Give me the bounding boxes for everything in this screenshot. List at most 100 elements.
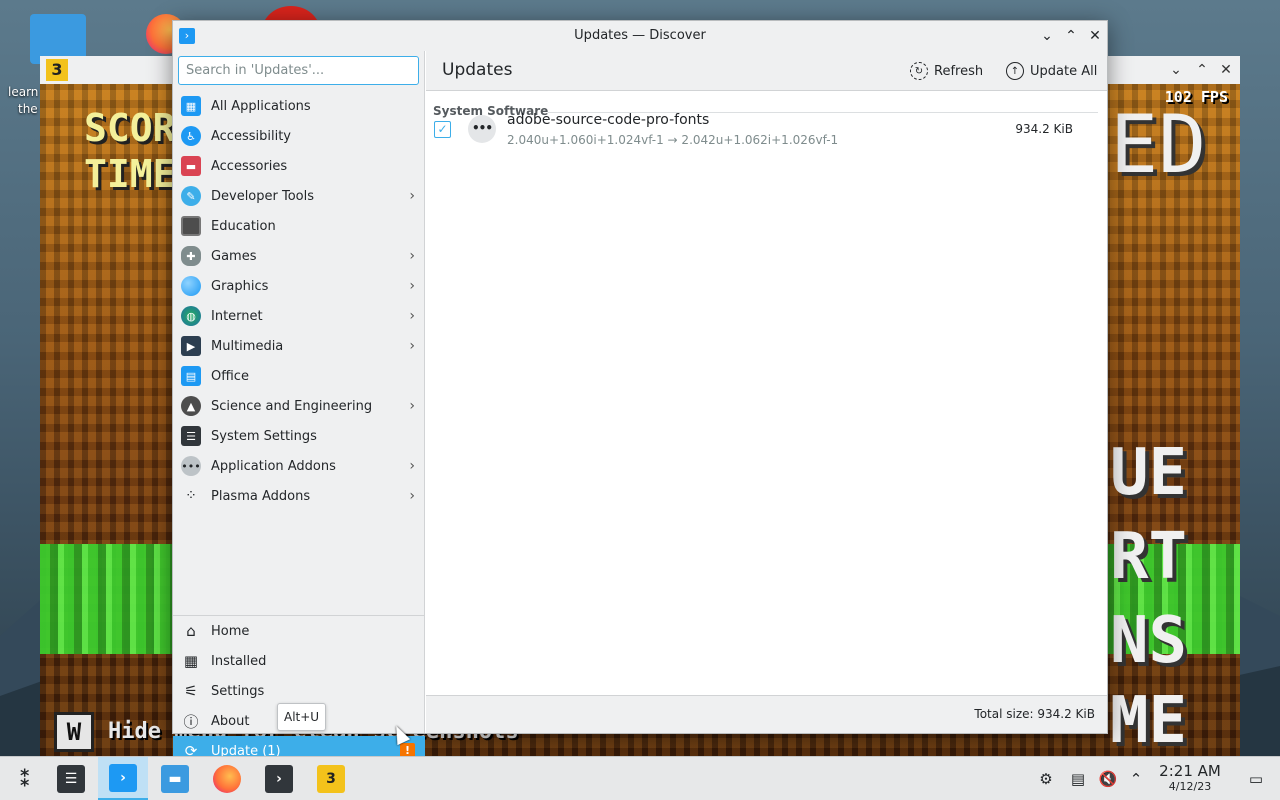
system-clock[interactable]: 2:21 AM 4/12/23: [1152, 762, 1228, 794]
plasma-icon: ⁘: [185, 488, 197, 504]
category-label: Games: [211, 248, 257, 264]
nav-home[interactable]: ⌂ Home: [173, 616, 425, 646]
installed-list-icon: ▦: [183, 652, 199, 670]
minimize-icon[interactable]: ⌄: [1166, 60, 1186, 80]
category-internet[interactable]: ◍ Internet ›: [173, 301, 425, 331]
show-desktop-icon[interactable]: ▭: [1246, 769, 1266, 789]
category-label: Accessibility: [211, 128, 291, 144]
application-launcher-button[interactable]: ⁑: [0, 757, 50, 800]
kde-connect-icon[interactable]: ⚙: [1036, 769, 1056, 789]
discover-icon: ›: [109, 763, 137, 792]
chevron-up-icon[interactable]: ⌃: [1126, 769, 1146, 789]
terminal-icon: ›: [265, 765, 293, 793]
game-logo-icon: 3: [46, 59, 68, 81]
page-title: Updates: [442, 60, 513, 80]
maximize-icon[interactable]: ⌃: [1192, 60, 1212, 80]
nav-settings-label: Settings: [211, 683, 265, 699]
taskbar-game[interactable]: 3: [306, 757, 356, 800]
package-version: 2.040u+1.060i+1.024vf-1 → 2.042u+1.062i+…: [507, 133, 839, 147]
close-icon[interactable]: ✕: [1085, 26, 1105, 46]
w-key-icon: W: [54, 712, 94, 752]
category-science-engineering[interactable]: ▲ Science and Engineering ›: [173, 391, 425, 421]
chevron-right-icon: ›: [409, 488, 415, 504]
taskbar-dolphin[interactable]: ▬: [150, 757, 200, 800]
category-application-addons[interactable]: ••• Application Addons ›: [173, 451, 425, 481]
refresh-icon: ↻: [910, 62, 928, 80]
category-label: All Applications: [211, 98, 311, 114]
game-menu-text-2: RT: [1110, 520, 1188, 594]
category-accessibility[interactable]: ♿ Accessibility: [173, 121, 425, 151]
game-time-label: TIME: [84, 152, 176, 196]
category-multimedia[interactable]: ▶ Multimedia ›: [173, 331, 425, 361]
category-plasma-addons[interactable]: ⁘ Plasma Addons ›: [173, 481, 425, 511]
update-all-label: Update All: [1030, 63, 1098, 79]
category-accessories[interactable]: ▬ Accessories: [173, 151, 425, 181]
maximize-icon[interactable]: ⌃: [1061, 26, 1081, 46]
accessibility-icon: ♿: [181, 126, 201, 146]
update-all-button[interactable]: ↑ Update All: [1006, 60, 1097, 82]
close-icon[interactable]: ✕: [1216, 60, 1236, 80]
update-arrow-icon: ↑: [1006, 62, 1024, 80]
game-menu-text-1: UE: [1110, 436, 1188, 510]
flask-icon: ▲: [181, 396, 201, 416]
chevron-right-icon: ›: [409, 338, 415, 354]
globe-icon: ◍: [181, 306, 201, 326]
taskbar: ⁑ ☰ › ▬ › 3 ⚙ ▤ 🔇 ⌃ 2:21 AM 4/12/23 ▭: [0, 756, 1280, 800]
package-icon: •••: [468, 115, 496, 143]
volume-muted-icon[interactable]: 🔇: [1098, 769, 1118, 789]
category-all-applications[interactable]: ▦ All Applications: [173, 91, 425, 121]
window-titlebar[interactable]: › Updates — Discover ⌄ ⌃ ✕: [173, 21, 1107, 51]
graphics-icon: [181, 276, 201, 296]
bottom-navigation: ⌂ Home ▦ Installed ⚟ Settings ⓘ About ⟳ …: [173, 615, 425, 766]
category-label: Office: [211, 368, 249, 384]
game-app-icon: 3: [317, 765, 345, 793]
category-office[interactable]: ▤ Office: [173, 361, 425, 391]
category-graphics[interactable]: Graphics ›: [173, 271, 425, 301]
category-label: Developer Tools: [211, 188, 315, 204]
discover-window: › Updates — Discover ⌄ ⌃ ✕ ▦ All Applica…: [172, 20, 1108, 766]
settings-panel-icon: ☰: [181, 426, 201, 446]
category-label: Plasma Addons: [211, 488, 311, 504]
category-education[interactable]: Education: [173, 211, 425, 241]
category-label: Education: [211, 218, 276, 234]
taskbar-discover[interactable]: ›: [98, 757, 148, 800]
category-developer-tools[interactable]: ✎ Developer Tools ›: [173, 181, 425, 211]
desktop-icon-label-1: learn: [8, 85, 39, 99]
chevron-right-icon: ›: [409, 278, 415, 294]
taskbar-system-settings[interactable]: ☰: [46, 757, 96, 800]
category-label: Multimedia: [211, 338, 284, 354]
refresh-button[interactable]: ↻ Refresh: [910, 60, 983, 82]
game-menu-text-3: NS: [1110, 604, 1188, 678]
desktop-icon-label-2: the: [18, 102, 38, 116]
category-label: System Settings: [211, 428, 317, 444]
taskbar-firefox[interactable]: [202, 757, 252, 800]
update-row[interactable]: ✓ ••• adobe-source-code-pro-fonts 2.040u…: [426, 105, 1107, 147]
nav-settings[interactable]: ⚟ Settings: [173, 676, 425, 706]
search-input[interactable]: [178, 56, 419, 85]
chevron-right-icon: ›: [409, 398, 415, 414]
clock-date: 4/12/23: [1168, 780, 1212, 793]
monitor-icon: ▶: [181, 336, 201, 356]
taskbar-konsole[interactable]: ›: [254, 757, 304, 800]
chevron-right-icon: ›: [409, 458, 415, 474]
clock-time: 2:21 AM: [1159, 762, 1221, 780]
minimize-icon[interactable]: ⌄: [1037, 26, 1057, 46]
game-score-label: SCOR: [84, 106, 176, 150]
nav-installed-label: Installed: [211, 653, 267, 669]
chalkboard-icon: [181, 216, 201, 236]
sidebar: ▦ All Applications ♿ Accessibility ▬ Acc…: [173, 51, 425, 766]
category-system-settings[interactable]: ☰ System Settings: [173, 421, 425, 451]
toolbox-icon: ▬: [181, 156, 201, 176]
update-checkbox[interactable]: ✓: [434, 121, 451, 138]
category-label: Internet: [211, 308, 263, 324]
category-games[interactable]: ✚ Games ›: [173, 241, 425, 271]
document-icon: ▤: [181, 366, 201, 386]
firefox-icon: [213, 765, 241, 793]
nav-installed[interactable]: ▦ Installed: [173, 646, 425, 676]
page-footer: Total size: 934.2 KiB: [426, 695, 1107, 733]
chevron-right-icon: ›: [409, 248, 415, 264]
shortcut-tooltip: Alt+U: [277, 703, 327, 731]
folder-icon: ▬: [161, 765, 189, 793]
grid-icon: ▦: [181, 96, 201, 116]
clipboard-icon[interactable]: ▤: [1068, 769, 1088, 789]
